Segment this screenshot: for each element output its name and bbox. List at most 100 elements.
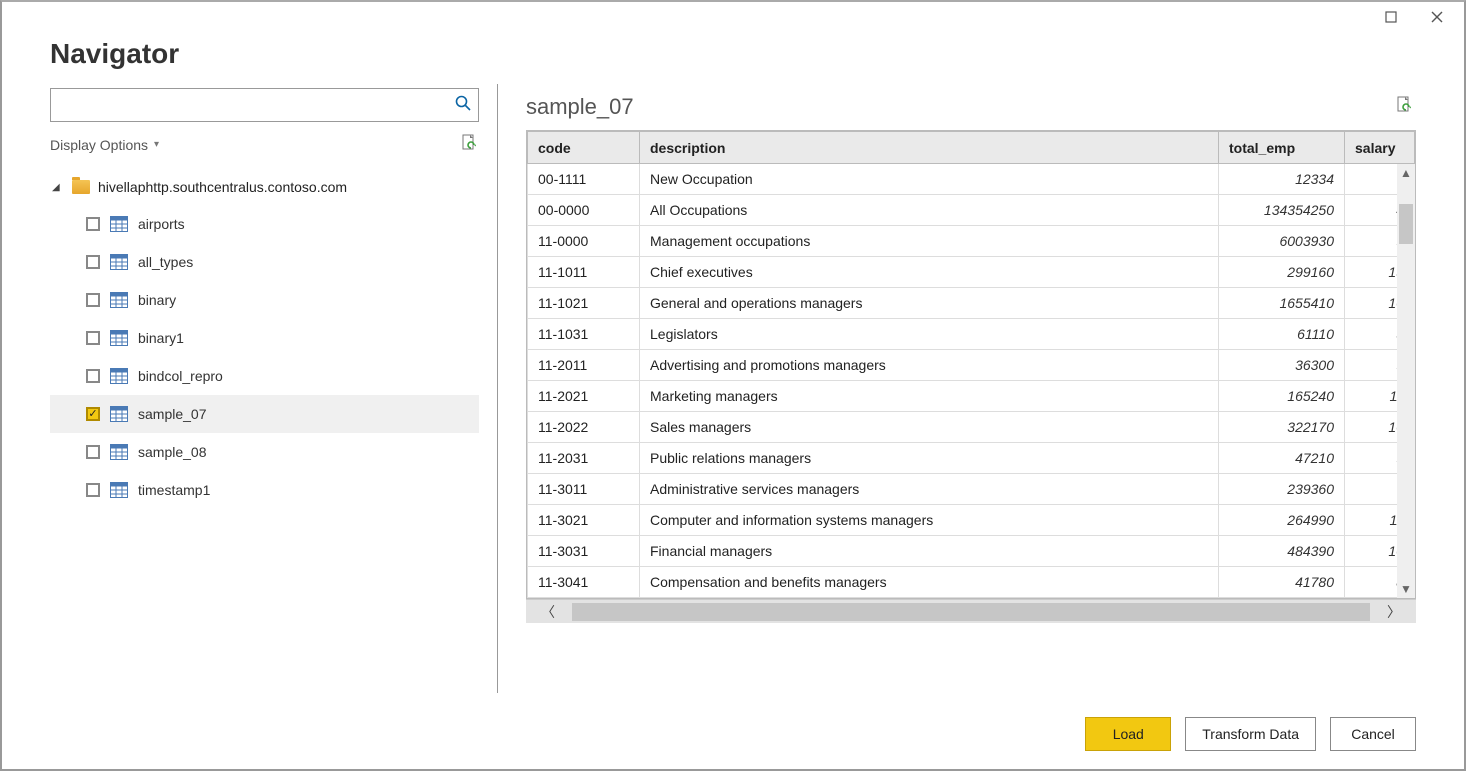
cell-code: 11-3021 (528, 505, 640, 536)
cell-description: Management occupations (640, 226, 1219, 257)
search-icon[interactable] (448, 95, 478, 116)
tree-item[interactable]: binary1 (50, 319, 479, 357)
table-row[interactable]: 11-3041Compensation and benefits manager… (528, 567, 1415, 598)
checkbox[interactable] (86, 407, 100, 421)
checkbox[interactable] (86, 369, 100, 383)
collapse-icon[interactable]: ◢ (52, 182, 64, 193)
table-row[interactable]: 00-1111New Occupation12334 (528, 164, 1415, 195)
vertical-scrollbar[interactable]: ▲ ▼ (1397, 164, 1415, 598)
table-icon (110, 292, 128, 308)
table-row[interactable]: 11-3031Financial managers48439010 (528, 536, 1415, 567)
table-header-row: code description total_emp salary (528, 132, 1415, 164)
table-icon (110, 368, 128, 384)
cell-description: All Occupations (640, 195, 1219, 226)
col-header-salary[interactable]: salary (1345, 132, 1415, 164)
preview-panel: sample_07 code description total_emp (526, 84, 1416, 693)
checkbox[interactable] (86, 483, 100, 497)
preview-table-wrap: code description total_emp salary 00-111… (526, 130, 1416, 599)
table-row[interactable]: 11-1011Chief executives29916015 (528, 257, 1415, 288)
table-row[interactable]: 11-2031Public relations managers472109 (528, 443, 1415, 474)
tree-root[interactable]: ◢ hivellaphttp.southcentralus.contoso.co… (50, 169, 479, 205)
tree-item[interactable]: airports (50, 205, 479, 243)
refresh-icon[interactable] (461, 134, 479, 155)
display-options-dropdown[interactable]: Display Options ▾ (50, 137, 159, 153)
cell-code: 11-1021 (528, 288, 640, 319)
cell-description: Advertising and promotions managers (640, 350, 1219, 381)
tree-root-label: hivellaphttp.southcentralus.contoso.com (98, 179, 347, 195)
col-header-description[interactable]: description (640, 132, 1219, 164)
cell-description: Legislators (640, 319, 1219, 350)
cancel-button[interactable]: Cancel (1330, 717, 1416, 751)
table-icon (110, 406, 128, 422)
checkbox[interactable] (86, 255, 100, 269)
tree-item[interactable]: timestamp1 (50, 471, 479, 509)
close-button[interactable] (1414, 2, 1460, 32)
table-row[interactable]: 11-0000Management occupations60039309 (528, 226, 1415, 257)
tree-item[interactable]: sample_07 (50, 395, 479, 433)
cell-description: Administrative services managers (640, 474, 1219, 505)
footer: Load Transform Data Cancel (2, 693, 1464, 769)
cell-total_emp: 47210 (1219, 443, 1345, 474)
table-row[interactable]: 11-2022Sales managers32217010 (528, 412, 1415, 443)
cell-description: Chief executives (640, 257, 1219, 288)
tree-item[interactable]: all_types (50, 243, 479, 281)
cell-description: Marketing managers (640, 381, 1219, 412)
scroll-up-icon[interactable]: ▲ (1400, 164, 1412, 182)
cell-total_emp: 134354250 (1219, 195, 1345, 226)
table-row[interactable]: 00-0000All Occupations1343542504 (528, 195, 1415, 226)
table-row[interactable]: 11-3011Administrative services managers2… (528, 474, 1415, 505)
header: Navigator (2, 32, 1464, 84)
cell-code: 11-3011 (528, 474, 640, 505)
transform-data-button[interactable]: Transform Data (1185, 717, 1316, 751)
cell-total_emp: 264990 (1219, 505, 1345, 536)
col-header-total_emp[interactable]: total_emp (1219, 132, 1345, 164)
cell-description: General and operations managers (640, 288, 1219, 319)
table-row[interactable]: 11-3021Computer and information systems … (528, 505, 1415, 536)
horizontal-scrollbar[interactable]: 〈 〉 (526, 599, 1416, 623)
scroll-left-icon[interactable]: 〈 (526, 602, 570, 622)
tree-item-label: bindcol_repro (138, 368, 223, 384)
maximize-button[interactable] (1368, 2, 1414, 32)
display-options-label: Display Options (50, 137, 148, 153)
checkbox[interactable] (86, 293, 100, 307)
scroll-down-icon[interactable]: ▼ (1400, 580, 1412, 598)
cell-code: 00-1111 (528, 164, 640, 195)
table-row[interactable]: 11-1021General and operations managers16… (528, 288, 1415, 319)
col-header-code[interactable]: code (528, 132, 640, 164)
load-button[interactable]: Load (1085, 717, 1171, 751)
preview-title: sample_07 (526, 94, 634, 120)
search-input[interactable] (51, 89, 448, 121)
cell-code: 11-1011 (528, 257, 640, 288)
cell-code: 11-2022 (528, 412, 640, 443)
scroll-right-icon[interactable]: 〉 (1372, 602, 1416, 622)
tree-item[interactable]: sample_08 (50, 433, 479, 471)
checkbox[interactable] (86, 217, 100, 231)
table-icon (110, 482, 128, 498)
tree-item[interactable]: binary (50, 281, 479, 319)
nav-tree: ◢ hivellaphttp.southcentralus.contoso.co… (50, 169, 479, 509)
cell-code: 11-2021 (528, 381, 640, 412)
hscroll-track[interactable] (572, 603, 1370, 621)
table-row[interactable]: 11-2021Marketing managers16524011 (528, 381, 1415, 412)
table-row[interactable]: 11-1031Legislators611103 (528, 319, 1415, 350)
cell-description: Computer and information systems manager… (640, 505, 1219, 536)
cell-code: 11-0000 (528, 226, 640, 257)
tree-item-label: sample_08 (138, 444, 207, 460)
cell-total_emp: 299160 (1219, 257, 1345, 288)
checkbox[interactable] (86, 331, 100, 345)
page-title: Navigator (50, 38, 1416, 70)
chevron-down-icon: ▾ (154, 139, 159, 150)
cell-code: 11-2031 (528, 443, 640, 474)
cell-description: Financial managers (640, 536, 1219, 567)
preview-table: code description total_emp salary 00-111… (527, 131, 1415, 598)
preview-refresh-icon[interactable] (1396, 96, 1416, 119)
scroll-thumb[interactable] (1399, 204, 1413, 244)
cell-code: 11-3041 (528, 567, 640, 598)
search-box[interactable] (50, 88, 479, 122)
table-row[interactable]: 11-2011Advertising and promotions manage… (528, 350, 1415, 381)
tree-item-label: binary (138, 292, 176, 308)
checkbox[interactable] (86, 445, 100, 459)
tree-item[interactable]: bindcol_repro (50, 357, 479, 395)
cell-code: 11-2011 (528, 350, 640, 381)
tree-item-label: all_types (138, 254, 193, 270)
